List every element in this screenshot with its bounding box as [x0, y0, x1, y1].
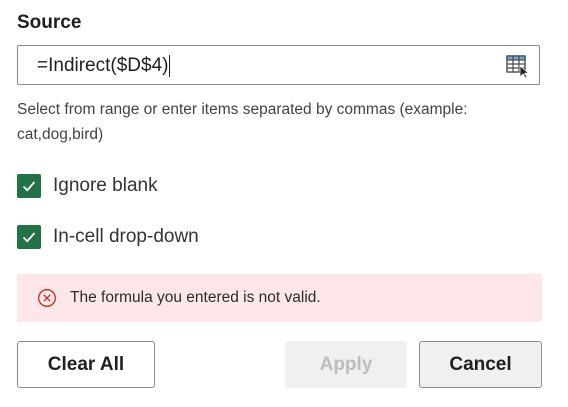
clear-all-button[interactable]: Clear All [17, 341, 155, 388]
text-caret [169, 55, 171, 77]
source-help-text: Select from range or enter items separat… [17, 101, 468, 143]
in-cell-dropdown-option[interactable]: In-cell drop-down [17, 225, 199, 249]
data-validation-panel: Source =Indirect($D$4) Select from range… [0, 0, 568, 407]
range-select-button[interactable] [505, 53, 531, 79]
ignore-blank-option[interactable]: Ignore blank [17, 174, 158, 198]
source-value-text: =Indirect($D$4) [37, 55, 169, 76]
error-message: The formula you entered is not valid. [70, 289, 321, 306]
in-cell-dropdown-checkbox[interactable] [17, 225, 41, 249]
checkmark-icon [22, 181, 36, 192]
ignore-blank-checkbox[interactable] [17, 174, 41, 198]
error-circle-icon [38, 289, 56, 307]
source-value: =Indirect($D$4) [37, 55, 171, 77]
checkmark-icon [22, 232, 36, 243]
apply-button[interactable]: Apply [285, 341, 407, 388]
in-cell-dropdown-label: In-cell drop-down [53, 226, 199, 247]
range-select-icon [506, 55, 530, 79]
source-label: Source [17, 12, 82, 33]
cancel-button[interactable]: Cancel [419, 341, 542, 388]
error-banner: The formula you entered is not valid. [17, 274, 542, 322]
ignore-blank-label: Ignore blank [53, 175, 158, 196]
source-input[interactable]: =Indirect($D$4) [17, 45, 540, 85]
